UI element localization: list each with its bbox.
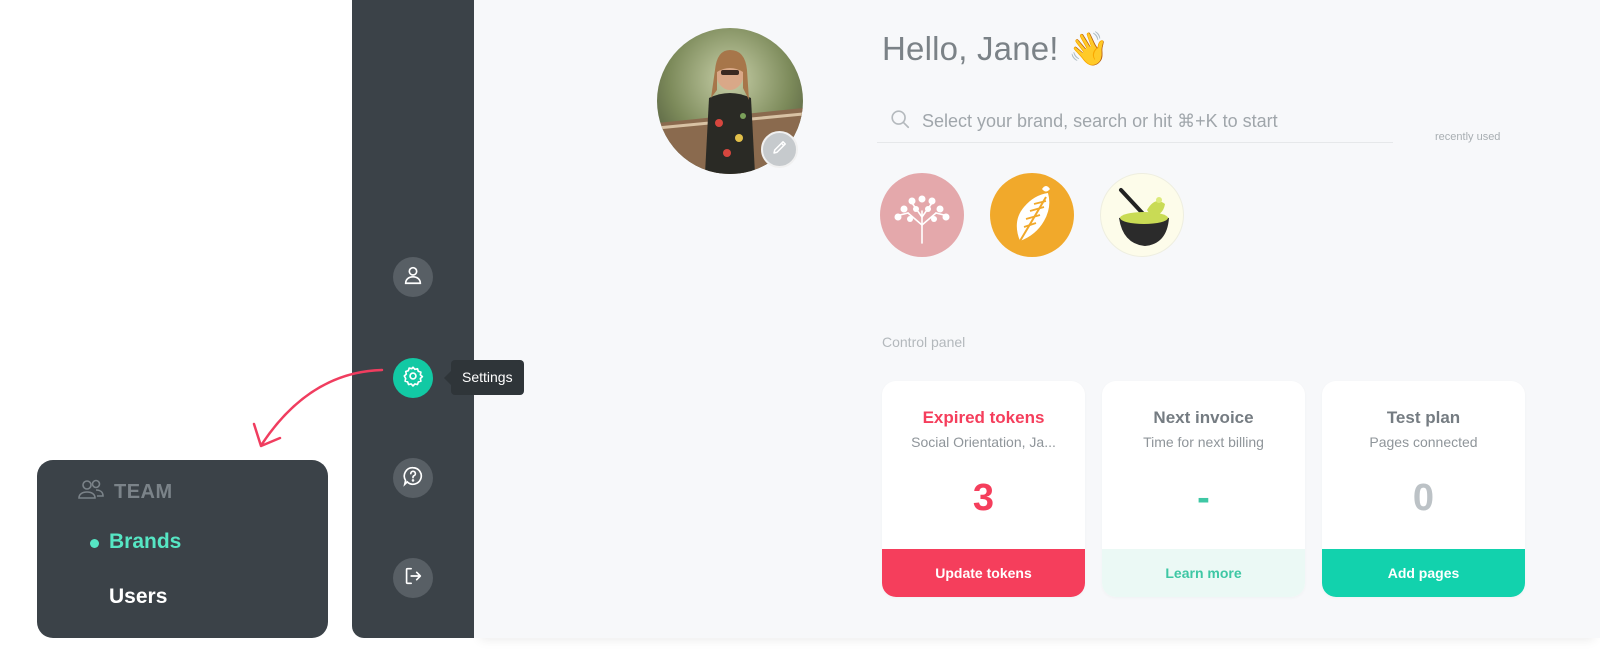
expired-tokens-card: Expired tokens Social Orientation, Ja...…: [882, 381, 1085, 597]
brand-search: [877, 100, 1393, 143]
help-icon: [402, 465, 424, 492]
brand-latte-art[interactable]: [990, 173, 1074, 257]
card-subtitle: Pages connected: [1369, 434, 1478, 450]
search-input[interactable]: [922, 110, 1382, 132]
logout-button[interactable]: [393, 558, 433, 598]
team-heading: TEAM: [77, 478, 173, 506]
page: Settings Hello, Jane! 👋 Select your bran…: [0, 0, 1600, 660]
greeting: Hello, Jane! 👋: [882, 30, 1109, 69]
card-subtitle: Time for next billing: [1143, 434, 1264, 450]
recently-used-label: recently used: [1435, 131, 1501, 143]
control-panel-label: Control panel: [882, 334, 966, 350]
sidebar-rail: [352, 0, 474, 638]
learn-more-button[interactable]: Learn more: [1102, 549, 1305, 597]
team-item-users[interactable]: Users: [109, 585, 167, 609]
test-plan-card: Test plan Pages connected 0 Add pages: [1322, 381, 1525, 597]
latte-leaf-icon: [1016, 186, 1050, 242]
blossom-logo-icon: [894, 195, 950, 244]
brand-blossom[interactable]: [880, 173, 964, 257]
card-title: Next invoice: [1153, 408, 1254, 427]
team-menu: TEAM Brands Users: [37, 460, 328, 638]
add-pages-button[interactable]: Add pages: [1322, 549, 1525, 597]
settings-tooltip: Settings: [444, 360, 524, 395]
matcha-bowl-icon: [1119, 188, 1169, 246]
active-dot-icon: [90, 539, 99, 548]
logout-icon: [402, 565, 424, 592]
settings-button[interactable]: [393, 358, 433, 398]
card-title: Expired tokens: [922, 408, 1045, 427]
curved-arrow-icon: [252, 368, 384, 448]
help-button[interactable]: [393, 458, 433, 498]
gear-icon: [402, 365, 424, 392]
card-value: 3: [972, 477, 995, 519]
team-heading-label: TEAM: [114, 480, 173, 503]
greeting-text: Hello, Jane!: [882, 30, 1059, 67]
search-icon: [877, 108, 911, 135]
team-icon: [77, 478, 105, 506]
next-invoice-card: Next invoice Time for next billing - Lea…: [1102, 381, 1305, 597]
brand-matcha[interactable]: [1100, 173, 1184, 257]
profile-button[interactable]: [393, 257, 433, 297]
user-icon: [402, 264, 424, 291]
card-subtitle: Social Orientation, Ja...: [911, 434, 1056, 450]
pencil-icon: [771, 138, 789, 161]
team-item-brands[interactable]: Brands: [109, 530, 181, 554]
wave-emoji: 👋: [1068, 30, 1110, 67]
update-tokens-button[interactable]: Update tokens: [882, 549, 1085, 597]
card-value: 0: [1412, 477, 1435, 519]
edit-avatar-button[interactable]: [761, 131, 798, 168]
card-title: Test plan: [1386, 408, 1461, 427]
card-value: -: [1197, 477, 1210, 519]
